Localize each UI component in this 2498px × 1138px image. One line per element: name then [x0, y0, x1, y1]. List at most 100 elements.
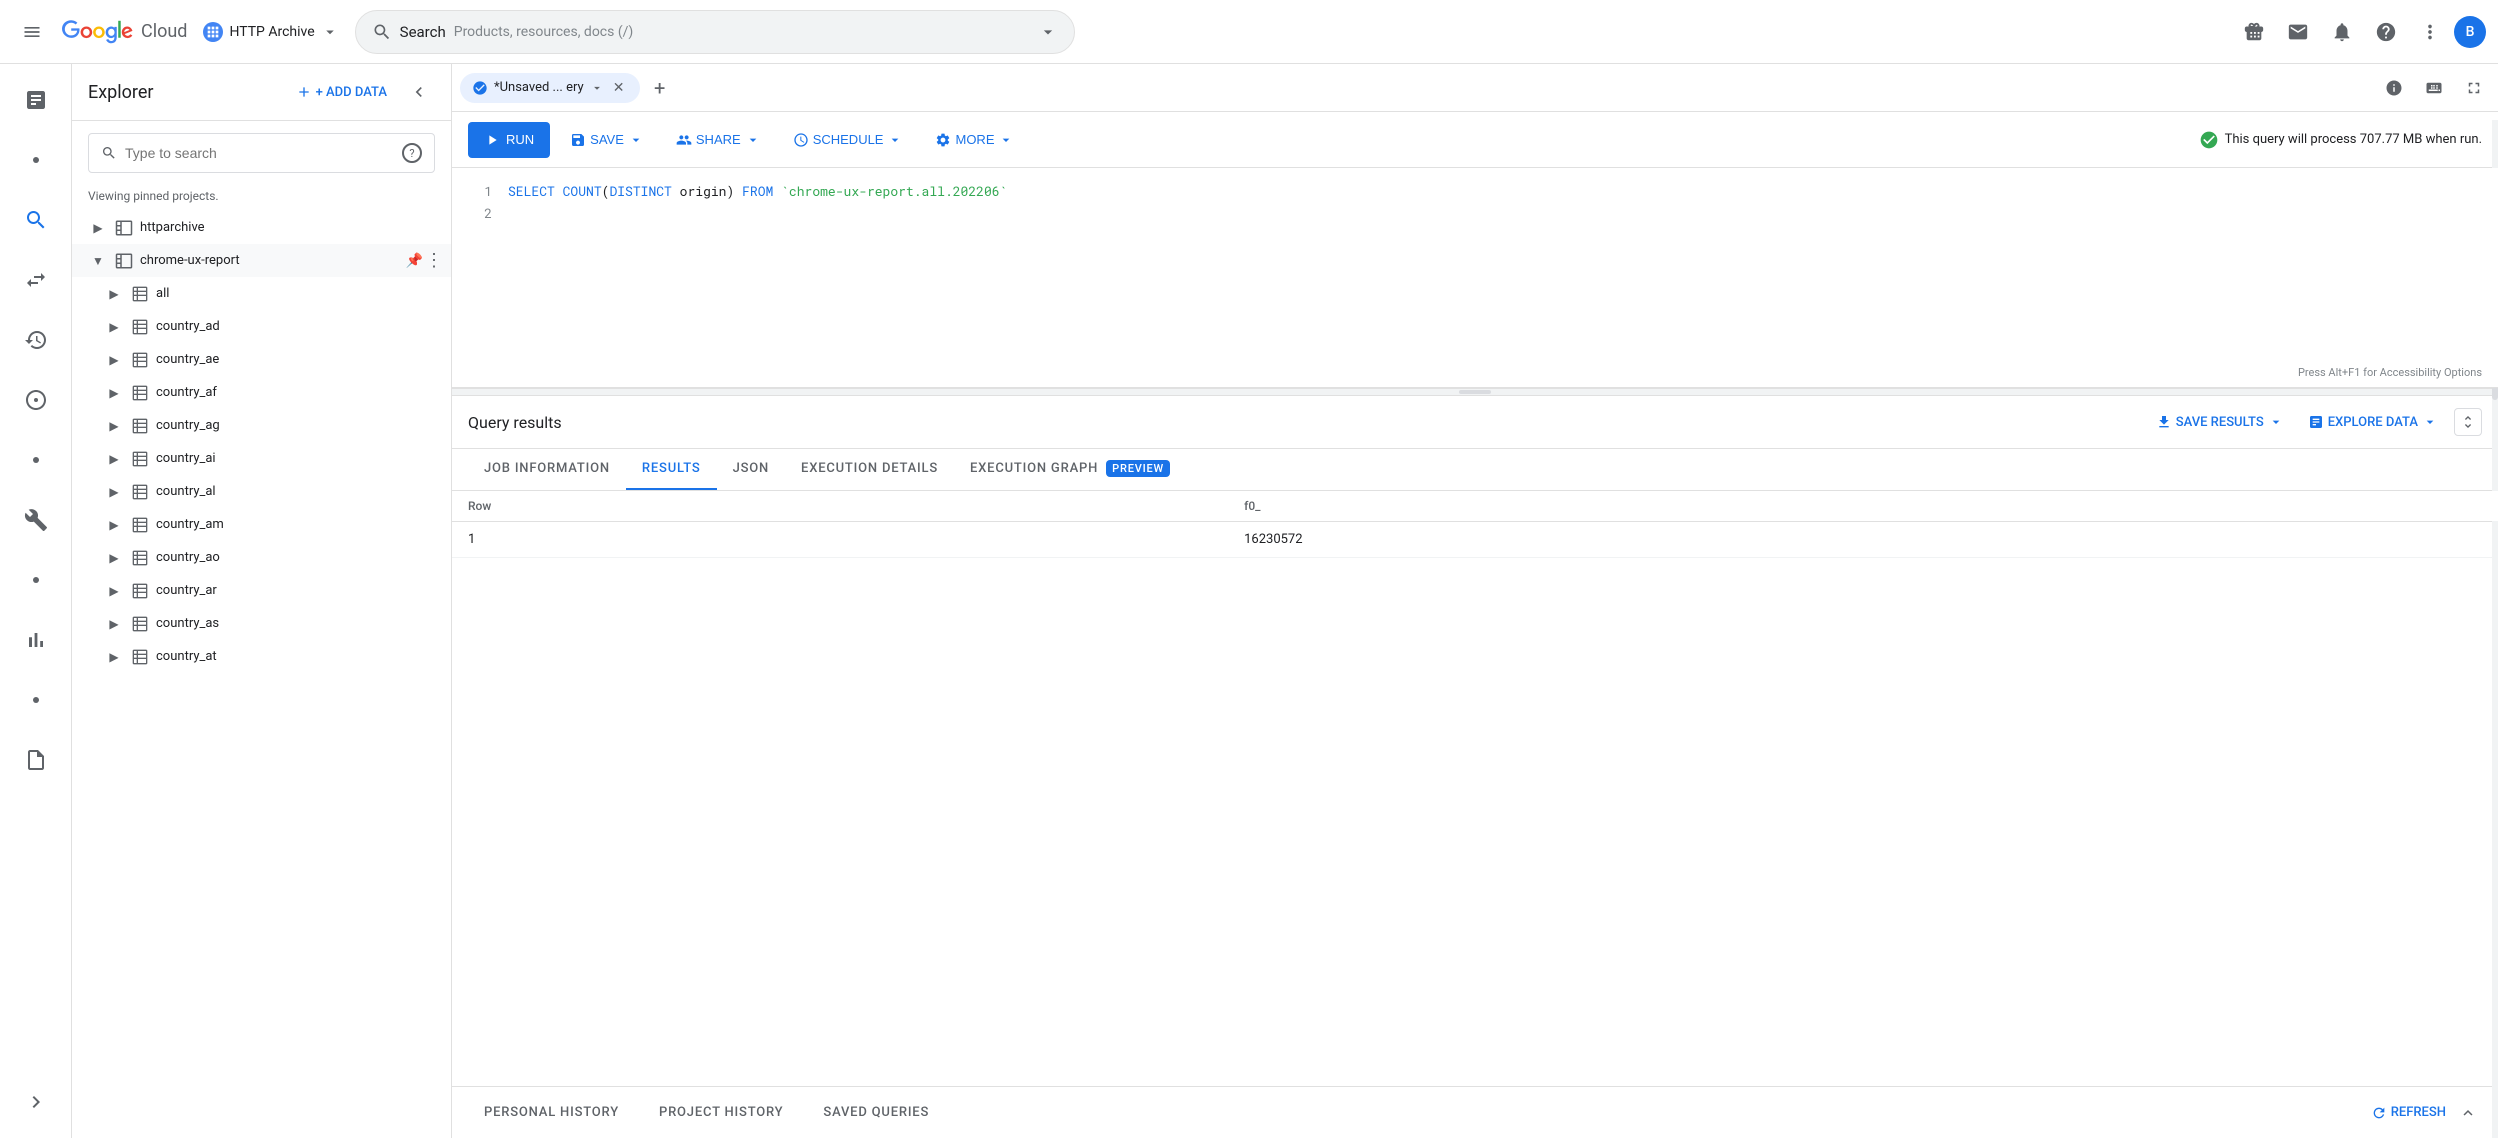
rail-item-chart[interactable]	[8, 612, 64, 668]
search-label: Search	[400, 23, 446, 41]
tree-item-country_at[interactable]: ▶ country_at ⋮	[72, 640, 451, 673]
tree-item-country_af[interactable]: ▶ country_af ⋮	[72, 376, 451, 409]
explore-data-button[interactable]: EXPLORE DATA	[2300, 408, 2446, 436]
tab-json[interactable]: JSON	[717, 449, 785, 490]
tree-item-country_ag[interactable]: ▶ country_ag ⋮	[72, 409, 451, 442]
icon-rail	[0, 64, 72, 1138]
tree-label-chrome-ux-report: chrome-ux-report	[140, 253, 406, 268]
expand-results-button[interactable]	[2454, 408, 2482, 436]
google-cloud-logo[interactable]: Cloud	[60, 20, 187, 44]
editor-line-1: 1 SELECT COUNT(DISTINCT origin) FROM `ch…	[452, 180, 2498, 202]
tree-item-country_ai[interactable]: ▶ country_ai ⋮	[72, 442, 451, 475]
query-tabs-bar: *Unsaved ... ery ✕ +	[452, 64, 2498, 112]
tree-item-country_ad[interactable]: ▶ country_ad ⋮	[72, 310, 451, 343]
user-avatar[interactable]: B	[2454, 16, 2486, 48]
tab-execution-graph[interactable]: EXECUTION GRAPH PREVIEW	[954, 449, 1186, 490]
tree-arrow-chrome-ux-report: ▼	[88, 251, 108, 271]
code-editor[interactable]: 1 SELECT COUNT(DISTINCT origin) FROM `ch…	[452, 168, 2498, 388]
results-table-container: Row f0_ 1 16230572	[452, 491, 2498, 1086]
rail-item-tools[interactable]	[8, 492, 64, 548]
more-icon-country-ag[interactable]: ⋮	[425, 415, 443, 436]
tree-item-country_ao[interactable]: ▶ country_ao ⋮	[72, 541, 451, 574]
more-icon-country-ae[interactable]: ⋮	[425, 349, 443, 370]
query-tab-unsaved[interactable]: *Unsaved ... ery ✕	[460, 73, 640, 103]
add-data-label: + ADD DATA	[316, 85, 387, 100]
global-search[interactable]: Search Products, resources, docs (/)	[355, 10, 1075, 54]
rail-item-search[interactable]	[8, 192, 64, 248]
save-button[interactable]: SAVE	[558, 122, 656, 158]
new-tab-button[interactable]: +	[644, 72, 676, 104]
share-button[interactable]: SHARE	[664, 122, 773, 158]
tab-job-information[interactable]: JOB INFORMATION	[468, 449, 626, 490]
more-icon-country-ar[interactable]: ⋮	[425, 580, 443, 601]
cell-f0-value: 16230572	[1228, 522, 2498, 558]
rail-item-history[interactable]	[8, 312, 64, 368]
add-data-button[interactable]: + ADD DATA	[288, 78, 395, 106]
save-results-button[interactable]: SAVE RESULTS	[2148, 408, 2292, 436]
rail-item-transfer[interactable]	[8, 252, 64, 308]
dots-vertical-icon-btn[interactable]	[2410, 12, 2450, 52]
tree-actions-chrome-ux-report: 📌 ⋮	[406, 250, 443, 271]
help-icon-btn[interactable]	[2366, 12, 2406, 52]
keyboard-icon-btn[interactable]	[2418, 72, 2450, 104]
search-input[interactable]	[125, 145, 394, 161]
more-button[interactable]: MORE	[923, 122, 1026, 158]
more-icon-country-ad[interactable]: ⋮	[425, 316, 443, 337]
resize-handle[interactable]	[452, 388, 2498, 396]
more-icon-chrome-ux-report[interactable]: ⋮	[425, 250, 443, 271]
rail-item-analytics[interactable]	[8, 72, 64, 128]
more-icon-all[interactable]: ⋮	[425, 283, 443, 304]
line-number-2: 2	[460, 204, 492, 222]
tree-item-all[interactable]: ▶ all ⋮	[72, 277, 451, 310]
collapse-explorer-button[interactable]	[403, 76, 435, 108]
hamburger-menu[interactable]	[12, 12, 52, 52]
more-icon-country-at[interactable]: ⋮	[425, 646, 443, 667]
save-results-label: SAVE RESULTS	[2176, 415, 2264, 430]
fullscreen-icon-btn[interactable]	[2458, 72, 2490, 104]
tree-item-httparchive[interactable]: ▶ httparchive ⋮	[72, 211, 451, 244]
rail-item-schema[interactable]	[8, 372, 64, 428]
info-icon-btn[interactable]	[2378, 72, 2410, 104]
schedule-button[interactable]: SCHEDULE	[781, 122, 916, 158]
tab-saved-queries[interactable]: SAVED QUERIES	[807, 1097, 945, 1128]
run-button[interactable]: RUN	[468, 122, 550, 158]
more-icon-country-ao[interactable]: ⋮	[425, 547, 443, 568]
results-title: Query results	[468, 413, 2148, 432]
tree-item-country_am[interactable]: ▶ country_am ⋮	[72, 508, 451, 541]
schedule-icon	[793, 132, 809, 148]
more-icon-country-as[interactable]: ⋮	[425, 613, 443, 634]
table-icon-all	[130, 284, 150, 304]
viewing-text: Viewing pinned projects.	[72, 185, 451, 211]
more-icon-country-af[interactable]: ⋮	[425, 382, 443, 403]
tree-label-country-af: country_af	[156, 385, 425, 400]
more-icon-httparchive[interactable]: ⋮	[425, 217, 443, 238]
more-icon-country-ai[interactable]: ⋮	[425, 448, 443, 469]
tree-label-country-ag: country_ag	[156, 418, 425, 433]
project-selector[interactable]: HTTP Archive	[195, 16, 346, 48]
tree-label-country-as: country_as	[156, 616, 425, 631]
bell-icon-btn[interactable]	[2322, 12, 2362, 52]
tab-execution-details[interactable]: EXECUTION DETAILS	[785, 449, 954, 490]
rail-item-doc[interactable]	[8, 732, 64, 788]
more-icon-country-am[interactable]: ⋮	[425, 514, 443, 535]
refresh-button[interactable]: REFRESH	[2371, 1105, 2446, 1121]
mail-icon-btn[interactable]	[2278, 12, 2318, 52]
tree-item-country_as[interactable]: ▶ country_as ⋮	[72, 607, 451, 640]
rail-item-expand[interactable]	[8, 1074, 64, 1130]
collapse-bottom-button[interactable]	[2454, 1099, 2482, 1127]
top-navigation: Cloud HTTP Archive Search Products, reso…	[0, 0, 2498, 64]
tree-item-country_al[interactable]: ▶ country_al ⋮	[72, 475, 451, 508]
tab-personal-history[interactable]: PERSONAL HISTORY	[468, 1097, 635, 1128]
gift-icon-btn[interactable]	[2234, 12, 2274, 52]
line-number-1: 1	[460, 182, 492, 200]
close-tab-button[interactable]: ✕	[610, 79, 628, 97]
tree-item-chrome-ux-report[interactable]: ▼ chrome-ux-report 📌 ⋮	[72, 244, 451, 277]
more-icon-country-al[interactable]: ⋮	[425, 481, 443, 502]
main-layout: Explorer + ADD DATA ? Viewing pinned pro…	[0, 64, 2498, 1138]
tab-project-history[interactable]: PROJECT HISTORY	[643, 1097, 799, 1128]
tree-item-country_ae[interactable]: ▶ country_ae ⋮	[72, 343, 451, 376]
tab-results[interactable]: RESULTS	[626, 449, 717, 490]
explorer-search-box[interactable]: ?	[88, 133, 435, 173]
tree-item-country_ar[interactable]: ▶ country_ar ⋮	[72, 574, 451, 607]
search-help-icon[interactable]: ?	[402, 143, 422, 163]
